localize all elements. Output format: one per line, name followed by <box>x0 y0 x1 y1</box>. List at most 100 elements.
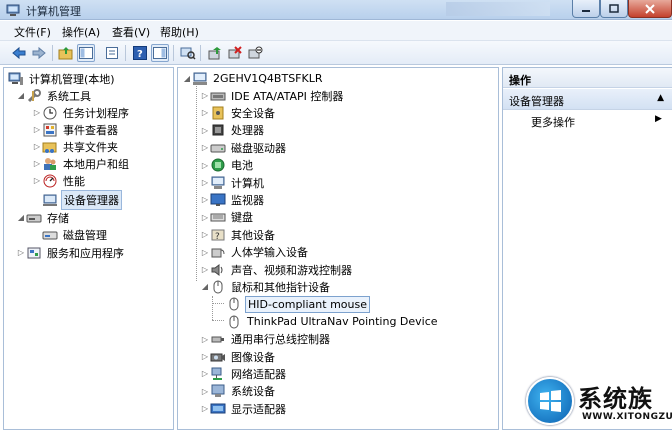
device-category-row[interactable]: ▷ 声音、视频和游戏控制器 <box>200 261 354 278</box>
device-category-row[interactable]: ▷ 系统设备 <box>200 383 277 400</box>
menu-file[interactable]: 文件(F) <box>14 24 51 40</box>
uninstall-icon <box>228 46 242 59</box>
device-category-row-label: 网络适配器 <box>231 367 286 381</box>
update-driver-button[interactable] <box>206 44 224 62</box>
help-button[interactable]: ? <box>131 44 149 62</box>
tree-services-apps[interactable]: ▷ 服务和应用程序 <box>16 244 126 261</box>
usb-controller-icon <box>210 331 226 347</box>
back-button[interactable] <box>10 44 28 62</box>
collapsed-arrow-icon: ▷ <box>201 334 209 344</box>
device-row[interactable]: ThinkPad UltraNav Pointing Device <box>216 313 440 330</box>
collapsed-arrow-icon: ▷ <box>201 212 209 222</box>
forward-button[interactable] <box>30 44 48 62</box>
collapsed-arrow-icon: ▷ <box>201 386 209 396</box>
tree-performance[interactable]: ▷ 性能 <box>32 172 87 189</box>
device-category-row[interactable]: ▷ IDE ATA/ATAPI 控制器 <box>200 87 345 104</box>
collapsed-arrow-icon: ▷ <box>201 108 209 118</box>
event-viewer-icon <box>42 122 58 138</box>
menu-view[interactable]: 查看(V) <box>112 24 150 40</box>
tree-guide-line <box>212 296 213 320</box>
tree-guide-line <box>196 86 197 281</box>
scan-hardware-button[interactable] <box>179 44 197 62</box>
more-actions-link[interactable]: 更多操作 <box>531 114 575 130</box>
device-category-row[interactable]: ▷ 磁盘驱动器 <box>200 139 288 156</box>
computer-management-icon <box>6 4 20 16</box>
device-category-row-label: 处理器 <box>231 124 264 138</box>
toolbar-separator <box>52 45 53 61</box>
device-tree-root[interactable]: ◢ 2GEHV1Q4BTSFKLR <box>182 70 324 87</box>
up-one-level-button[interactable] <box>57 44 75 62</box>
tree-task-scheduler[interactable]: ▷ 任务计划程序 <box>32 104 131 121</box>
device-category-row-label: 通用串行总线控制器 <box>231 333 330 347</box>
device-row-label: ThinkPad UltraNav Pointing Device <box>247 315 438 329</box>
uninstall-device-button[interactable] <box>226 44 244 62</box>
svg-text:?: ? <box>137 49 143 60</box>
collapsed-arrow-icon: ▷ <box>17 248 25 257</box>
sound-icon <box>210 262 226 278</box>
collapse-up-icon[interactable]: ▲ <box>657 93 664 103</box>
device-category-row[interactable]: ▷? 其他设备 <box>200 226 277 243</box>
forward-arrow-icon <box>32 46 46 60</box>
tree-root[interactable]: 计算机管理(本地) <box>8 70 117 87</box>
device-category-row-label: 鼠标和其他指针设备 <box>231 280 330 294</box>
close-button[interactable] <box>628 0 672 18</box>
show-action-pane-button[interactable] <box>151 44 169 62</box>
device-manager-icon <box>42 192 58 208</box>
device-category-row[interactable]: ▷ 图像设备 <box>200 348 277 365</box>
users-icon <box>42 156 58 172</box>
menu-help[interactable]: 帮助(H) <box>160 24 199 40</box>
computer-icon <box>192 71 208 87</box>
collapsed-arrow-icon: ▷ <box>201 195 209 205</box>
tree-storage[interactable]: ◢ 存储 <box>16 209 71 226</box>
device-category-row-label: 磁盘驱动器 <box>231 141 286 155</box>
local-users-label: 本地用户和组 <box>63 157 129 171</box>
device-category-row[interactable]: ▷ 计算机 <box>200 174 266 191</box>
device-category-row[interactable]: ▷ 网络适配器 <box>200 365 288 382</box>
collapsed-arrow-icon: ▷ <box>201 143 209 153</box>
device-category-row[interactable]: ▷ 键盘 <box>200 209 255 226</box>
device-category-row[interactable]: ◢ 鼠标和其他指针设备 <box>200 278 332 295</box>
device-category-row[interactable]: ▷ 电池 <box>200 157 255 174</box>
security-device-icon <box>210 105 226 121</box>
disk-management-icon <box>42 227 58 243</box>
device-category-row[interactable]: ▷ 处理器 <box>200 122 266 139</box>
tree-local-users[interactable]: ▷ 本地用户和组 <box>32 155 131 172</box>
collapsed-arrow-icon: ▷ <box>201 404 209 414</box>
event-viewer-label: 事件查看器 <box>63 123 118 137</box>
device-category-row[interactable]: ▷ 监视器 <box>200 191 266 208</box>
device-category-row-label: 声音、视频和游戏控制器 <box>231 263 352 277</box>
minimize-icon <box>582 9 590 12</box>
properties-button[interactable] <box>103 44 121 62</box>
mouse-icon <box>226 314 242 330</box>
imaging-device-icon <box>210 349 226 365</box>
toolbar-separator <box>200 45 201 61</box>
minimize-button[interactable] <box>572 0 600 18</box>
actions-section-device-manager[interactable]: 设备管理器 ▲ <box>503 89 672 110</box>
device-category-row[interactable]: ▷ 人体学输入设备 <box>200 244 310 261</box>
menu-action[interactable]: 操作(A) <box>62 24 100 40</box>
watermark-url: WWW.XITONGZU.COM <box>582 412 672 422</box>
actions-header: 操作 <box>503 68 672 88</box>
show-hide-console-tree-button[interactable] <box>77 44 95 62</box>
tools-icon <box>26 88 42 104</box>
maximize-button[interactable] <box>600 0 628 18</box>
actions-section-label: 设备管理器 <box>509 95 564 108</box>
device-category-row[interactable]: ▷ 显示适配器 <box>200 400 288 417</box>
device-category-row[interactable]: ▷ 通用串行总线控制器 <box>200 331 332 348</box>
computer-name: 2GEHV1Q4BTSFKLR <box>213 72 323 85</box>
tree-disk-management[interactable]: 磁盘管理 <box>42 226 109 243</box>
device-category-row-label: IDE ATA/ATAPI 控制器 <box>231 89 344 103</box>
services-icon <box>26 245 42 261</box>
device-category-row-label: 计算机 <box>231 176 264 190</box>
tree-device-manager[interactable]: 设备管理器 <box>42 189 122 210</box>
console-tree-pane: 计算机管理(本地) ◢ 系统工具 ▷ 任务计划程序 ▷ 事件查看器 ▷ 共享文件… <box>3 67 174 430</box>
properties-icon <box>106 47 118 59</box>
windows-logo-icon <box>526 377 574 425</box>
tree-system-tools[interactable]: ◢ 系统工具 <box>16 87 93 104</box>
device-row[interactable]: HID-compliant mouse <box>216 295 370 313</box>
tree-event-viewer[interactable]: ▷ 事件查看器 <box>32 121 120 138</box>
network-adapter-icon <box>210 366 226 382</box>
tree-shared-folders[interactable]: ▷ 共享文件夹 <box>32 138 120 155</box>
device-category-row[interactable]: ▷ 安全设备 <box>200 104 277 121</box>
disable-device-button[interactable] <box>246 44 264 62</box>
